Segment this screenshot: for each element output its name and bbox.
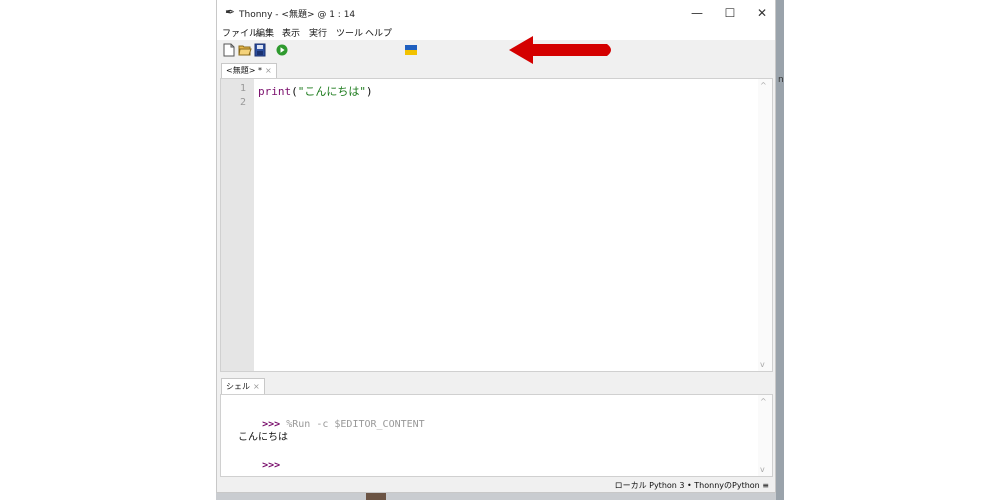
background-area	[784, 0, 1000, 500]
line-number: 1	[239, 83, 246, 94]
code-paren-close: )	[366, 85, 373, 98]
shell-scrollbar[interactable]: ^ v	[758, 395, 772, 476]
code-string: "こんにちは"	[297, 85, 366, 98]
line-number-gutter: 1 2	[221, 79, 254, 371]
window-title: Thonny - <無題> @ 1 : 14	[239, 10, 356, 20]
shell-output: こんにちは	[238, 432, 288, 443]
tab-label: <無題> *	[226, 66, 262, 75]
background-partial-text: n	[778, 75, 784, 85]
scroll-down-icon[interactable]: v	[760, 360, 765, 369]
menu-help[interactable]: ヘルプ	[365, 26, 392, 39]
scroll-up-icon[interactable]: ^	[760, 397, 767, 406]
close-button[interactable]: ✕	[747, 3, 777, 23]
menu-bar: ファイル 編集 表示 実行 ツール ヘルプ	[217, 26, 775, 40]
code-editor[interactable]: 1 2 print("こんにちは") ^ v	[220, 78, 773, 372]
menu-view[interactable]: 表示	[282, 26, 300, 39]
scroll-down-icon[interactable]: v	[760, 465, 765, 474]
shell-command: %Run -c $EDITOR_CONTENT	[286, 419, 425, 430]
code-line: print("こんにちは")	[258, 83, 373, 99]
menu-edit[interactable]: 編集	[256, 26, 274, 39]
editor-scrollbar[interactable]: ^ v	[758, 79, 772, 371]
menu-tools[interactable]: ツール	[336, 26, 363, 39]
tab-shell[interactable]: シェル ×	[221, 378, 265, 395]
menu-file[interactable]: ファイル	[222, 26, 258, 39]
code-paren-open: (	[291, 85, 298, 98]
taskbar-strip	[216, 493, 776, 500]
open-file-icon[interactable]	[238, 43, 252, 57]
save-icon[interactable]	[254, 43, 266, 57]
tab-untitled[interactable]: <無題> * ×	[221, 63, 277, 78]
minimize-button[interactable]: —	[682, 3, 712, 23]
thonny-window: ✒ Thonny - <無題> @ 1 : 14 — ☐ ✕ ファイル 編集 表…	[216, 0, 776, 493]
shell-tab-label: シェル	[226, 382, 250, 391]
menu-run[interactable]: 実行	[309, 26, 327, 39]
toolbar	[217, 40, 775, 62]
shell-prompt: >>>	[262, 460, 281, 471]
shell-console[interactable]: >>> %Run -c $EDITOR_CONTENT こんにちは >>> ^ …	[220, 394, 773, 477]
new-file-icon[interactable]	[223, 43, 235, 57]
run-icon[interactable]	[276, 43, 288, 57]
status-bar: ローカル Python 3 • ThonnyのPython ≡	[217, 478, 775, 492]
taskbar-item	[366, 493, 386, 500]
code-function: print	[258, 85, 292, 98]
editor-tab-bar: <無題> * ×	[217, 62, 775, 78]
thonny-feather-icon: ✒	[225, 5, 236, 19]
scroll-up-icon[interactable]: ^	[760, 81, 767, 90]
tab-close-icon[interactable]: ×	[265, 66, 272, 75]
interpreter-status[interactable]: ローカル Python 3 • ThonnyのPython ≡	[615, 480, 769, 491]
maximize-button[interactable]: ☐	[715, 3, 745, 23]
line-number: 2	[239, 97, 246, 108]
ukraine-flag-icon	[405, 45, 417, 55]
annotation-arrow-icon	[509, 36, 611, 64]
shell-tab-close-icon[interactable]: ×	[253, 382, 260, 391]
shell-tab-bar: シェル ×	[217, 376, 775, 395]
title-bar: ✒ Thonny - <無題> @ 1 : 14 — ☐ ✕	[217, 0, 775, 26]
